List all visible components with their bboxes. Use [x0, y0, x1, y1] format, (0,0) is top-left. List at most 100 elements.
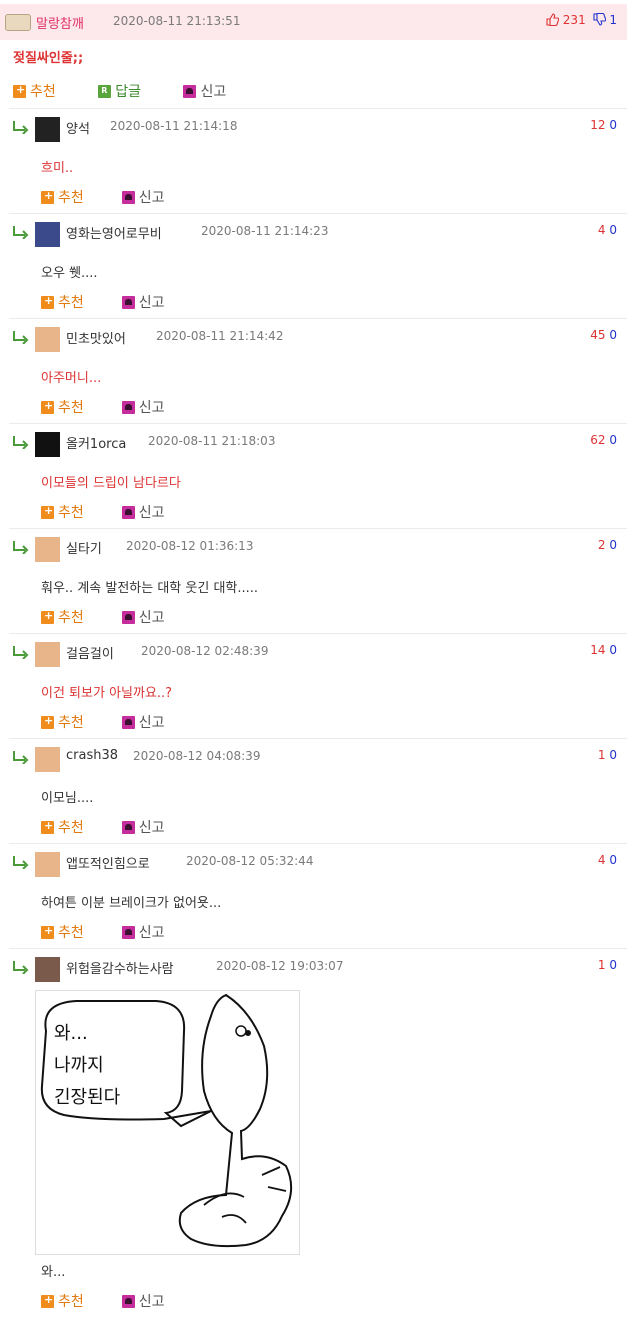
- upvote-count[interactable]: 4: [598, 223, 606, 237]
- avatar[interactable]: [35, 852, 60, 877]
- upvote-count[interactable]: 45: [590, 328, 605, 342]
- report-button[interactable]: 신고: [139, 922, 165, 942]
- comment-author[interactable]: 양석: [66, 118, 90, 137]
- recommend-button[interactable]: 추천: [30, 81, 56, 101]
- upvote-count[interactable]: 1: [598, 748, 606, 762]
- comment-votes: 2 0: [598, 538, 617, 552]
- downvote-count[interactable]: 0: [609, 958, 617, 972]
- post-author[interactable]: 말랑참깨: [36, 13, 84, 32]
- downvote-count[interactable]: 0: [609, 433, 617, 447]
- report-button[interactable]: 신고: [139, 187, 165, 207]
- upvote-count[interactable]: 62: [590, 433, 605, 447]
- recommend-button[interactable]: 추천: [58, 817, 84, 837]
- downvote-count[interactable]: 0: [609, 643, 617, 657]
- comment-votes: 62 0: [590, 433, 617, 447]
- avatar[interactable]: [35, 957, 60, 982]
- comment-author[interactable]: 영화는영어로무비: [66, 223, 162, 242]
- comment-date: 2020-08-12 02:48:39: [141, 644, 269, 658]
- report-icon[interactable]: [121, 715, 135, 729]
- upvote-count[interactable]: 2: [598, 538, 606, 552]
- avatar[interactable]: [35, 117, 60, 142]
- avatar[interactable]: [35, 222, 60, 247]
- report-icon[interactable]: [121, 610, 135, 624]
- report-button[interactable]: 신고: [139, 607, 165, 627]
- comment-author[interactable]: 위험을감수하는사람: [66, 958, 174, 977]
- report-icon[interactable]: [183, 84, 197, 98]
- comment-item: 양석 2020-08-11 21:14:18 12 0 흐미.. 추천 신고: [0, 109, 627, 214]
- comment-text: 이모님....: [41, 791, 94, 806]
- recommend-button[interactable]: 추천: [58, 712, 84, 732]
- thumbs-up-icon[interactable]: [546, 13, 559, 26]
- report-button[interactable]: 신고: [139, 292, 165, 312]
- recommend-button[interactable]: 추천: [58, 1291, 84, 1311]
- downvote-count[interactable]: 0: [609, 118, 617, 132]
- recommend-button[interactable]: 추천: [58, 502, 84, 522]
- comment-author[interactable]: 민초맛있어: [66, 328, 126, 347]
- avatar[interactable]: [35, 327, 60, 352]
- reply-icon[interactable]: [98, 84, 112, 98]
- recommend-icon[interactable]: [41, 399, 54, 414]
- recommend-button[interactable]: 추천: [58, 292, 84, 312]
- comment-image[interactable]: 와... 나까지 긴장된다: [35, 990, 300, 1255]
- comment-votes: 12 0: [590, 118, 617, 132]
- upvote-count[interactable]: 4: [598, 853, 606, 867]
- report-button[interactable]: 신고: [139, 712, 165, 732]
- report-button[interactable]: 신고: [139, 1291, 165, 1311]
- comment-author[interactable]: 걸음걸이: [66, 643, 114, 662]
- report-icon[interactable]: [121, 295, 135, 309]
- recommend-icon[interactable]: [13, 83, 26, 98]
- avatar[interactable]: [35, 432, 60, 457]
- recommend-button[interactable]: 추천: [58, 922, 84, 942]
- comment-author[interactable]: crash38: [66, 748, 118, 763]
- comment-item: 영화는영어로무비 2020-08-11 21:14:23 4 0 오우 쒯.... 추천…: [0, 214, 627, 319]
- report-icon[interactable]: [121, 925, 135, 939]
- cartoon-text-1: 와...: [54, 1023, 88, 1044]
- avatar[interactable]: [35, 747, 60, 772]
- comment-text: 오우 쒯....: [41, 266, 98, 281]
- comment-date: 2020-08-11 21:14:18: [110, 119, 238, 133]
- report-icon[interactable]: [121, 190, 135, 204]
- report-button[interactable]: 신고: [200, 81, 226, 101]
- recommend-icon[interactable]: [41, 924, 54, 939]
- upvote-count[interactable]: 1: [598, 958, 606, 972]
- comment-date: 2020-08-12 01:36:13: [126, 539, 254, 553]
- reply-button[interactable]: 답글: [115, 81, 141, 101]
- upvote-count[interactable]: 12: [590, 118, 605, 132]
- thumbs-down-icon[interactable]: [592, 13, 606, 26]
- comment-date: 2020-08-12 04:08:39: [133, 749, 261, 763]
- reply-arrow-icon: [13, 226, 29, 239]
- recommend-icon[interactable]: [41, 609, 54, 624]
- report-icon[interactable]: [121, 820, 135, 834]
- avatar[interactable]: [35, 537, 60, 562]
- recommend-icon[interactable]: [41, 1293, 54, 1308]
- downvote-count[interactable]: 0: [609, 328, 617, 342]
- cartoon-text-2: 나까지: [54, 1055, 104, 1076]
- recommend-icon[interactable]: [41, 294, 54, 309]
- comment-author[interactable]: 앱또적인힘으로: [66, 853, 150, 872]
- recommend-icon[interactable]: [41, 714, 54, 729]
- avatar[interactable]: [35, 642, 60, 667]
- comment-date: 2020-08-11 21:18:03: [148, 434, 276, 448]
- downvote-count[interactable]: 0: [609, 538, 617, 552]
- comment-author[interactable]: 실타기: [66, 538, 102, 557]
- recommend-button[interactable]: 추천: [58, 607, 84, 627]
- recommend-icon[interactable]: [41, 819, 54, 834]
- recommend-button[interactable]: 추천: [58, 397, 84, 417]
- downvote-count[interactable]: 0: [609, 748, 617, 762]
- recommend-icon[interactable]: [41, 504, 54, 519]
- recommend-button[interactable]: 추천: [58, 187, 84, 207]
- report-button[interactable]: 신고: [139, 817, 165, 837]
- comment-text: 이모들의 드립이 남다르다: [41, 476, 181, 491]
- report-button[interactable]: 신고: [139, 397, 165, 417]
- report-icon[interactable]: [121, 1294, 135, 1308]
- avatar[interactable]: [5, 14, 31, 31]
- downvote-count[interactable]: 0: [609, 223, 617, 237]
- post-header: 말랑참깨 2020-08-11 21:13:51 231 1: [0, 4, 627, 40]
- report-icon[interactable]: [121, 505, 135, 519]
- upvote-count[interactable]: 14: [590, 643, 605, 657]
- recommend-icon[interactable]: [41, 189, 54, 204]
- report-icon[interactable]: [121, 400, 135, 414]
- report-button[interactable]: 신고: [139, 502, 165, 522]
- downvote-count[interactable]: 0: [609, 853, 617, 867]
- comment-author[interactable]: 올커1orca: [66, 433, 126, 452]
